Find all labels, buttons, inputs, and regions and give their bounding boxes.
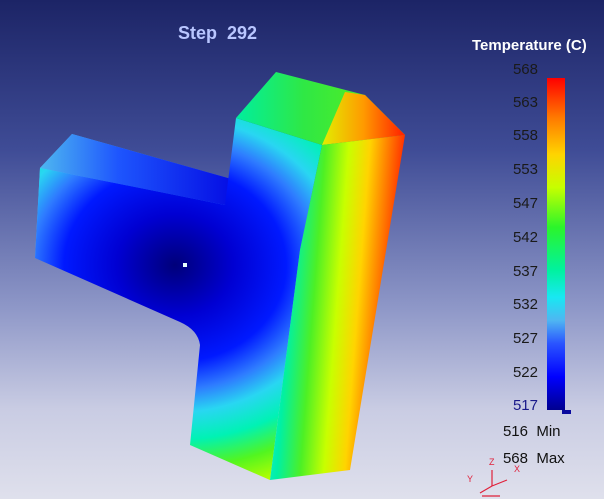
legend-tick: 563 [512, 94, 538, 111]
legend-tick: 522 [512, 364, 538, 381]
legend-min-label: Min [536, 423, 561, 440]
legend-min-marker [562, 410, 571, 414]
legend-min-row: 516 Min [500, 423, 561, 440]
probe-marker[interactable] [183, 263, 187, 267]
temperature-color-bar [547, 78, 565, 410]
legend-tick: 558 [512, 127, 538, 144]
triad-z-label: Z [489, 457, 495, 467]
legend-tick: 547 [512, 195, 538, 212]
triad-x-label: X [514, 464, 520, 474]
legend-tick: 537 [512, 263, 538, 280]
axis-triad[interactable]: Z Y X [462, 452, 522, 498]
step-title-prefix: Step [178, 23, 218, 43]
legend-title: Temperature (C) [472, 37, 587, 54]
legend-max-label: Max [536, 450, 565, 467]
thermal-model[interactable] [35, 72, 405, 480]
legend-tick: 532 [512, 296, 538, 313]
legend-tick: 568 [512, 61, 538, 78]
legend-tick: 553 [512, 161, 538, 178]
triad-y-label: Y [467, 474, 473, 484]
step-number: 292 [227, 23, 258, 43]
legend-tick: 517 [512, 397, 538, 414]
legend-min-value: 516 [502, 423, 528, 440]
legend-tick: 542 [512, 229, 538, 246]
step-title: Step 292 [178, 23, 257, 44]
legend-tick: 527 [512, 330, 538, 347]
